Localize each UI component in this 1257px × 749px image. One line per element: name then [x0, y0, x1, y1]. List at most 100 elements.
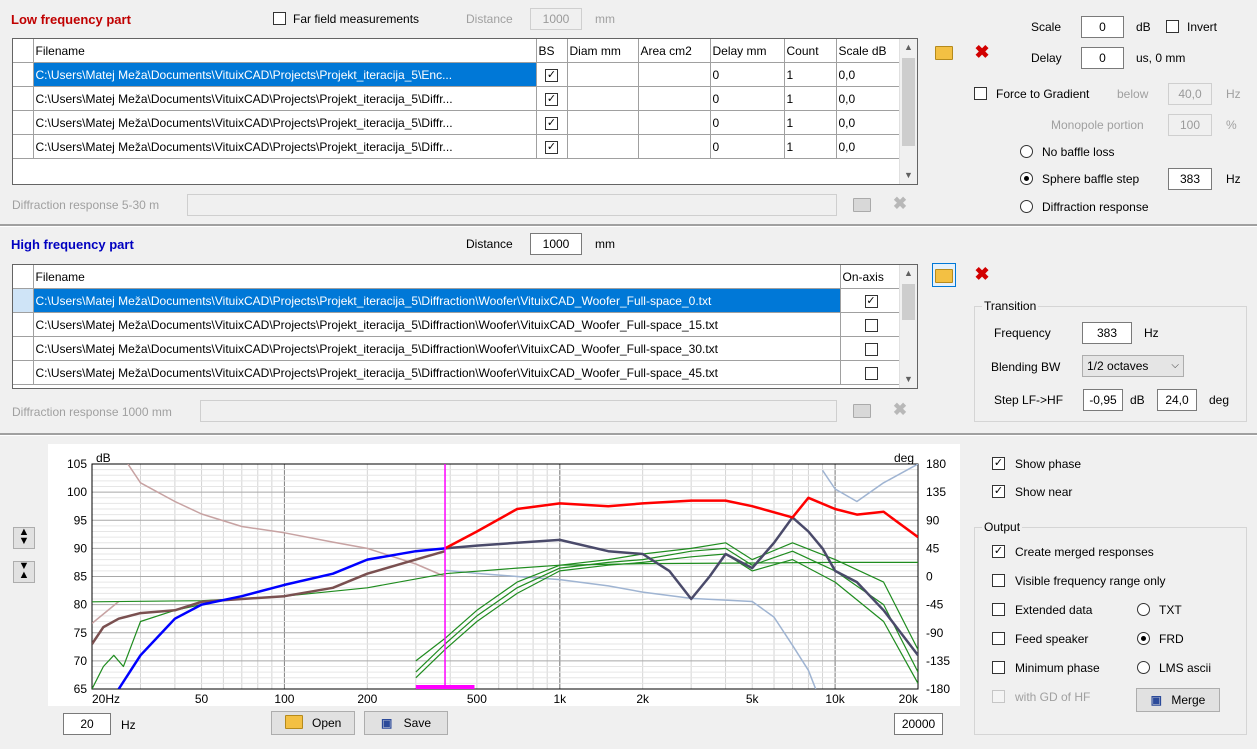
lf-count-cell[interactable]: 1: [784, 62, 837, 87]
onaxis-checkbox[interactable]: [864, 366, 878, 380]
lf-scale-cell[interactable]: 0,0: [836, 134, 903, 159]
hf-onaxis-cell[interactable]: ✓: [840, 288, 903, 313]
lf-col-delay[interactable]: Delay mm: [710, 39, 785, 63]
lf-area-cell[interactable]: [638, 134, 711, 159]
minimum-phase-checkbox[interactable]: [992, 661, 1005, 674]
merge-button[interactable]: ▣ Merge: [1136, 688, 1220, 712]
visible-range-checkbox[interactable]: [992, 574, 1005, 587]
hf-filename-cell[interactable]: C:\Users\Matej Meža\Documents\VituixCAD\…: [33, 288, 841, 313]
hf-file-grid[interactable]: Filename On-axis C:\Users\Matej Meža\Doc…: [12, 264, 918, 389]
lf-diam-cell[interactable]: [567, 110, 639, 135]
feed-speaker-checkbox[interactable]: [992, 632, 1005, 645]
lf-open-folder-button[interactable]: [932, 41, 956, 65]
sphere-baffle-radio[interactable]: [1020, 172, 1033, 185]
lf-remove-button[interactable]: ✖: [970, 41, 994, 65]
hf-onaxis-cell[interactable]: [840, 312, 903, 337]
hf-onaxis-cell[interactable]: [840, 336, 903, 361]
diffraction-response-radio[interactable]: [1020, 200, 1033, 213]
lf-delay-cell[interactable]: 0: [710, 110, 785, 135]
onaxis-checkbox[interactable]: [864, 318, 878, 332]
fmin-field[interactable]: 20: [63, 713, 111, 735]
lf-table-row[interactable]: C:\Users\Matej Meža\Documents\VituixCAD\…: [13, 86, 903, 111]
frequency-field[interactable]: 383: [1082, 322, 1132, 344]
hf-filename-cell[interactable]: C:\Users\Matej Meža\Documents\VituixCAD\…: [33, 360, 841, 385]
expand-vertical-button[interactable]: ▲ ▼: [13, 527, 35, 549]
extended-data-checkbox[interactable]: [992, 603, 1005, 616]
bs-checkbox[interactable]: ✓: [545, 68, 558, 82]
lf-bs-cell[interactable]: ✓: [536, 62, 568, 87]
lf-file-grid[interactable]: Filename BS Diam mm Area cm2 Delay mm Co…: [12, 38, 918, 185]
hf-open-folder-button[interactable]: [932, 263, 956, 287]
lf-row-header-cell[interactable]: [13, 110, 34, 135]
hf-row-header-cell[interactable]: [13, 312, 34, 337]
lf-filename-cell[interactable]: C:\Users\Matej Meža\Documents\VituixCAD\…: [33, 110, 537, 135]
hf-col-filename[interactable]: Filename: [33, 265, 841, 289]
bs-checkbox[interactable]: ✓: [545, 116, 558, 130]
lf-col-scale[interactable]: Scale dB: [836, 39, 903, 63]
lf-diam-cell[interactable]: [567, 62, 639, 87]
hf-remove-button[interactable]: ✖: [970, 263, 994, 287]
onaxis-checkbox[interactable]: [864, 342, 878, 356]
lf-table-row[interactable]: C:\Users\Matej Meža\Documents\VituixCAD\…: [13, 62, 903, 87]
lf-delay-cell[interactable]: 0: [710, 86, 785, 111]
lf-col-area[interactable]: Area cm2: [638, 39, 711, 63]
scroll-up-icon[interactable]: ▲: [900, 39, 917, 56]
lf-area-cell[interactable]: [638, 86, 711, 111]
lf-count-cell[interactable]: 1: [784, 86, 837, 111]
hf-distance-field[interactable]: 1000: [530, 233, 582, 255]
lf-scale-cell[interactable]: 0,0: [836, 62, 903, 87]
hf-diff-open-button[interactable]: [850, 399, 874, 423]
lf-filename-cell[interactable]: C:\Users\Matej Meža\Documents\VituixCAD\…: [33, 134, 537, 159]
sphere-baffle-field[interactable]: 383: [1168, 168, 1212, 190]
bs-checkbox[interactable]: ✓: [545, 92, 558, 106]
lf-count-cell[interactable]: 1: [784, 110, 837, 135]
hf-col-onaxis[interactable]: On-axis: [840, 265, 903, 289]
hf-diff-remove-button[interactable]: ✖: [888, 399, 912, 423]
scroll-thumb[interactable]: [902, 58, 915, 146]
blending-select[interactable]: 1/2 octaves ⌵: [1082, 355, 1184, 377]
delay-field[interactable]: 0: [1081, 47, 1124, 69]
lf-scale-cell[interactable]: 0,0: [836, 110, 903, 135]
scale-field[interactable]: 0: [1081, 16, 1124, 38]
lf-diff-open-button[interactable]: [850, 193, 874, 217]
lf-col-filename[interactable]: Filename: [33, 39, 537, 63]
hf-grid-scrollbar[interactable]: ▲ ▼: [899, 265, 917, 388]
fmax-field[interactable]: 20000: [894, 713, 943, 735]
hf-table-row[interactable]: C:\Users\Matej Meža\Documents\VituixCAD\…: [13, 288, 903, 313]
txt-radio[interactable]: [1137, 603, 1150, 616]
show-near-checkbox[interactable]: ✓: [992, 485, 1005, 498]
frd-radio[interactable]: [1137, 632, 1150, 645]
invert-checkbox[interactable]: [1166, 20, 1179, 33]
scroll-thumb[interactable]: [902, 284, 915, 320]
lf-row-header-cell[interactable]: [13, 62, 34, 87]
hf-row-header-cell[interactable]: [13, 360, 34, 385]
step-deg-field[interactable]: 24,0: [1157, 389, 1197, 411]
lf-row-header-cell[interactable]: [13, 86, 34, 111]
lf-bs-cell[interactable]: ✓: [536, 86, 568, 111]
lf-table-row[interactable]: C:\Users\Matej Meža\Documents\VituixCAD\…: [13, 110, 903, 135]
open-button[interactable]: Open: [271, 711, 355, 735]
far-field-checkbox[interactable]: [273, 12, 286, 25]
lf-delay-cell[interactable]: 0: [710, 62, 785, 87]
onaxis-checkbox[interactable]: ✓: [864, 294, 878, 308]
create-merged-checkbox[interactable]: ✓: [992, 545, 1005, 558]
lf-filename-cell[interactable]: C:\Users\Matej Meža\Documents\VituixCAD\…: [33, 86, 537, 111]
scroll-down-icon[interactable]: ▼: [900, 167, 917, 184]
compress-vertical-button[interactable]: ▼ ▲: [13, 561, 35, 583]
lf-diam-cell[interactable]: [567, 86, 639, 111]
lf-delay-cell[interactable]: 0: [710, 134, 785, 159]
step-db-field[interactable]: -0,95: [1083, 389, 1123, 411]
response-chart[interactable]: 105 100 95 90 85 80 75 70 65 180 135 90 45 0 -45 -90 -13…: [48, 444, 960, 706]
force-gradient-checkbox[interactable]: [974, 87, 987, 100]
scroll-down-icon[interactable]: ▼: [900, 371, 917, 388]
lf-row-header-cell[interactable]: [13, 134, 34, 159]
lf-filename-cell[interactable]: C:\Users\Matej Meža\Documents\VituixCAD\…: [33, 62, 537, 87]
hf-table-row[interactable]: C:\Users\Matej Meža\Documents\VituixCAD\…: [13, 312, 903, 337]
hf-row-header-cell[interactable]: [13, 288, 34, 313]
hf-filename-cell[interactable]: C:\Users\Matej Meža\Documents\VituixCAD\…: [33, 312, 841, 337]
no-baffle-radio[interactable]: [1020, 145, 1033, 158]
lf-diam-cell[interactable]: [567, 134, 639, 159]
hf-row-header-cell[interactable]: [13, 336, 34, 361]
lf-area-cell[interactable]: [638, 62, 711, 87]
hf-table-row[interactable]: C:\Users\Matej Meža\Documents\VituixCAD\…: [13, 360, 903, 385]
